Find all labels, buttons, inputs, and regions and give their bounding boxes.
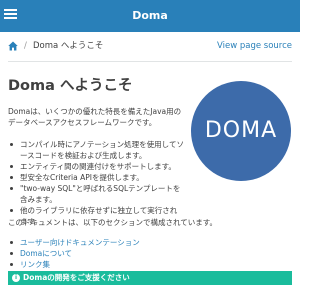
breadcrumb: / Doma へようこそ View page source bbox=[8, 36, 292, 56]
breadcrumb-current: Doma へようこそ bbox=[33, 41, 104, 51]
link-about-doma[interactable]: Domaについて bbox=[8, 248, 140, 259]
feature-item: コンパイル時にアノテーション処理を使用してソースコードを検証および生成します。 bbox=[8, 139, 184, 161]
support-banner-text: Domaの開発をご支援ください bbox=[23, 273, 130, 282]
page-title: Doma へようこそ bbox=[8, 78, 133, 94]
feature-list: コンパイル時にアノテーション処理を使用してソースコードを検証および生成します。 … bbox=[8, 139, 184, 227]
link-user-documentation[interactable]: ユーザー向けドキュメンテーション bbox=[8, 237, 140, 248]
home-icon[interactable] bbox=[8, 41, 18, 51]
top-navigation-bar: Doma bbox=[0, 0, 300, 32]
divider bbox=[8, 61, 292, 62]
section-link-list: ユーザー向けドキュメンテーション Domaについて リンク集 bbox=[8, 237, 140, 270]
link-links[interactable]: リンク集 bbox=[8, 259, 140, 270]
hamburger-menu-icon[interactable] bbox=[4, 7, 17, 20]
info-icon: i bbox=[12, 274, 20, 282]
doma-logo: DOMA bbox=[191, 81, 291, 181]
site-title[interactable]: Doma bbox=[132, 0, 168, 32]
view-page-source-link[interactable]: View page source bbox=[217, 36, 292, 56]
intro-paragraph: Domaは、いくつかの優れた特長を備えたJava用のデータベースアクセスフレーム… bbox=[8, 107, 182, 127]
feature-item: 型安全なCriteria APIを提供します。 bbox=[8, 172, 184, 183]
support-banner: i Domaの開発をご支援ください bbox=[8, 271, 292, 285]
breadcrumb-separator: / bbox=[24, 41, 27, 51]
sections-intro: このドキュメントは、以下のセクションで構成されています。 bbox=[8, 218, 218, 227]
feature-item: "two-way SQL"と呼ばれるSQLテンプレートを含みます。 bbox=[8, 183, 184, 205]
feature-item: エンティティ間の関連付けをサポートします。 bbox=[8, 161, 184, 172]
